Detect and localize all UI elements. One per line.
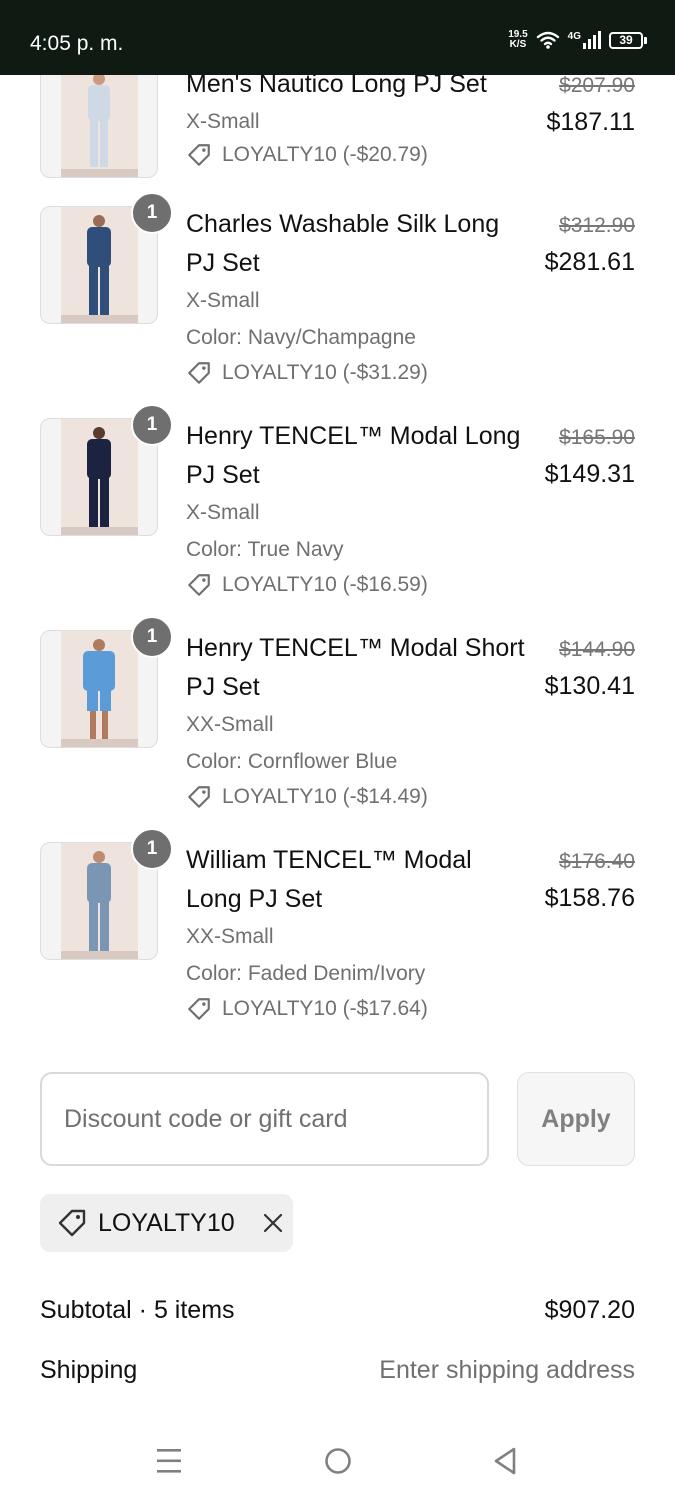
quantity-badge: 1 (131, 192, 173, 234)
tag-icon (186, 360, 212, 386)
back-button[interactable] (492, 1446, 518, 1481)
apply-button[interactable]: Apply (517, 1072, 635, 1166)
discount-text: LOYALTY10 (-$20.79) (222, 143, 428, 166)
product-size: X-Small (186, 110, 260, 133)
product-color: Color: Faded Denim/Ivory (186, 962, 426, 985)
original-price: $207.90 (559, 74, 635, 97)
item-discount: LOYALTY10 (-$16.59) (186, 572, 428, 598)
product-color: Color: Navy/Champagne (186, 326, 416, 349)
original-price: $312.90 (559, 214, 635, 237)
quantity-badge: 1 (131, 828, 173, 870)
product-title: Henry TENCEL™ Modal Long PJ Set (186, 422, 521, 489)
system-nav-bar (0, 1420, 675, 1500)
discount-text: LOYALTY10 (-$16.59) (222, 573, 428, 596)
product-thumbnail[interactable] (40, 60, 158, 178)
product-size: XX-Small (186, 925, 274, 948)
original-price: $144.90 (559, 638, 635, 661)
applied-discount-chip: LOYALTY10 (40, 1194, 293, 1252)
sale-price: $158.76 (544, 884, 635, 912)
product-size: X-Small (186, 289, 260, 312)
cell-signal-icon: 4G (568, 31, 601, 49)
shipping-label: Shipping (40, 1356, 138, 1384)
sale-price: $187.11 (546, 108, 635, 136)
product-photo (61, 61, 138, 177)
battery-level: 39 (609, 31, 643, 49)
close-icon (263, 1213, 282, 1233)
discount-text: LOYALTY10 (-$31.29) (222, 361, 428, 384)
product-title: Henry TENCEL™ Modal Short PJ Set (186, 634, 525, 701)
home-button[interactable] (323, 1446, 353, 1481)
discount-text: LOYALTY10 (-$14.49) (222, 785, 428, 808)
original-price: $176.40 (559, 850, 635, 873)
product-color: Color: Cornflower Blue (186, 750, 398, 773)
network-type: 4G (567, 31, 581, 42)
sale-price: $149.31 (544, 460, 635, 488)
menu-icon (157, 1449, 181, 1473)
applied-discount-code: LOYALTY10 (98, 1208, 235, 1237)
item-discount: LOYALTY10 (-$20.79) (186, 142, 428, 168)
status-icons: 19.5 K/S 4G 39 (508, 30, 647, 50)
battery-icon: 39 (609, 31, 647, 49)
sale-price: $281.61 (544, 248, 635, 276)
item-discount: LOYALTY10 (-$17.64) (186, 996, 428, 1022)
tag-icon (56, 1207, 88, 1239)
original-price: $165.90 (559, 426, 635, 449)
back-triangle-icon (494, 1447, 516, 1475)
remove-discount-button[interactable] (261, 1211, 285, 1235)
item-discount: LOYALTY10 (-$31.29) (186, 360, 428, 386)
discount-code-input[interactable]: Discount code or gift card (40, 1072, 489, 1166)
product-photo (61, 419, 138, 535)
shipping-row: Shipping Enter shipping address (40, 1356, 635, 1386)
item-discount: LOYALTY10 (-$14.49) (186, 784, 428, 810)
tag-icon (186, 784, 212, 810)
status-bar: 4:05 p. m. 19.5 K/S 4G 39 (0, 0, 675, 75)
tag-icon (186, 572, 212, 598)
product-title: Charles Washable Silk Long PJ Set (186, 210, 500, 277)
discount-code-placeholder: Discount code or gift card (64, 1104, 348, 1133)
subtotal-value: $907.20 (544, 1296, 635, 1324)
product-photo (61, 843, 138, 959)
discount-text: LOYALTY10 (-$17.64) (222, 997, 428, 1020)
product-color: Color: True Navy (186, 538, 344, 561)
subtotal-row: Subtotal · 5 items $907.20 (40, 1296, 635, 1326)
network-speed-unit: K/S (509, 39, 527, 50)
subtotal-label: Subtotal · 5 items (40, 1296, 235, 1324)
product-size: XX-Small (186, 713, 274, 736)
network-speed: 19.5 K/S (508, 30, 527, 50)
product-size: X-Small (186, 501, 260, 524)
sale-price: $130.41 (544, 672, 635, 700)
recent-apps-button[interactable] (155, 1446, 183, 1481)
tag-icon (186, 142, 212, 168)
wifi-icon (536, 31, 560, 49)
product-photo (61, 207, 138, 323)
home-circle-icon (325, 1448, 351, 1474)
product-photo (61, 631, 138, 747)
product-title: William TENCEL™ Modal Long PJ Set (186, 846, 472, 913)
status-time: 4:05 p. m. (30, 32, 124, 55)
tag-icon (186, 996, 212, 1022)
shipping-address-link[interactable]: Enter shipping address (379, 1356, 635, 1385)
quantity-badge: 1 (131, 616, 173, 658)
quantity-badge: 1 (131, 404, 173, 446)
